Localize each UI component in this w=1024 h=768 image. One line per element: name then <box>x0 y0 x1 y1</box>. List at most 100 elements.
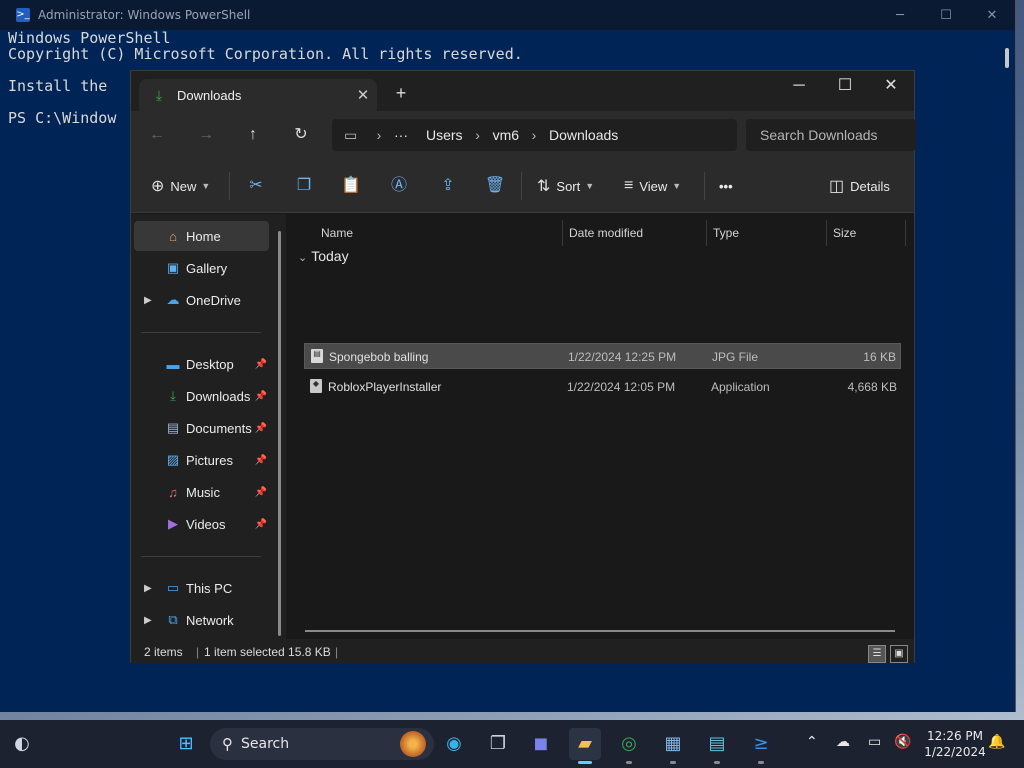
nav-item-this-pc[interactable]: ▶ ▭ This PC <box>134 573 269 603</box>
nav-item-documents[interactable]: ▤ Documents 📌 <box>134 413 269 443</box>
chevron-right-icon[interactable]: › <box>364 127 394 143</box>
tab-close-button[interactable]: ✕ <box>349 86 377 104</box>
view-button[interactable]: ≡ View ▼ <box>624 174 681 198</box>
weather-widget-icon[interactable]: ◐ <box>6 728 38 760</box>
tiles-view-toggle[interactable]: ▣ <box>890 645 908 663</box>
file-explorer-taskbar-icon[interactable]: ▰ <box>569 728 601 764</box>
file-size: 16 KB <box>863 350 896 364</box>
breadcrumb-users[interactable]: Users <box>426 127 463 143</box>
column-divider[interactable] <box>905 220 906 246</box>
chevron-right-icon[interactable]: › <box>519 127 549 143</box>
chrome-icon[interactable]: ◎ <box>613 728 645 764</box>
minimize-button[interactable]: ─ <box>776 71 822 101</box>
divider <box>704 172 705 200</box>
show-hidden-icons-chevron-icon[interactable]: ⌃ <box>806 734 818 750</box>
teams-chat-icon[interactable]: ◼ <box>525 728 557 760</box>
file-date: 1/22/2024 12:05 PM <box>567 380 676 394</box>
nav-item-network[interactable]: ▶ ⧉ Network <box>134 605 269 635</box>
close-button[interactable]: ✕ <box>868 71 914 101</box>
horizontal-scrollbar[interactable] <box>305 630 895 632</box>
explorer-titlebar[interactable]: ⤓ Downloads ✕ + ─ ☐ ✕ <box>131 71 914 111</box>
address-bar[interactable]: ▭ › ··· Users › vm6 › Downloads <box>332 119 737 151</box>
task-view-icon[interactable]: ❐ <box>482 728 514 760</box>
edge-beta-icon[interactable]: ◉ <box>438 728 470 760</box>
resource-monitor-icon[interactable]: ▦ <box>657 728 689 764</box>
nav-item-downloads[interactable]: ⤓ Downloads 📌 <box>134 381 269 411</box>
start-button[interactable]: ⊞ <box>170 728 202 760</box>
chevron-right-icon[interactable]: ▶ <box>144 583 152 594</box>
column-divider[interactable] <box>562 220 563 246</box>
chevron-right-icon[interactable]: ▶ <box>144 295 152 306</box>
powershell-maximize-button[interactable]: ☐ <box>923 8 969 23</box>
breadcrumb-vm6[interactable]: vm6 <box>493 127 519 143</box>
cut-icon[interactable]: ✂ <box>244 174 268 198</box>
nav-label: Network <box>186 612 234 628</box>
powershell-scrollbar[interactable] <box>1005 48 1009 68</box>
rename-icon[interactable]: Ⓐ <box>387 174 411 198</box>
taskbar-clock[interactable]: 12:26 PM 1/22/2024 <box>920 728 990 760</box>
powershell-close-button[interactable]: ✕ <box>969 8 1015 23</box>
pin-icon: 📌 <box>254 358 268 370</box>
file-explorer-window[interactable]: ⤓ Downloads ✕ + ─ ☐ ✕ ← → ↑ ↻ ▭ › ··· Us… <box>130 70 916 663</box>
nav-item-pictures[interactable]: ▨ Pictures 📌 <box>134 445 269 475</box>
sort-button[interactable]: ⇅ Sort ▼ <box>537 174 594 198</box>
videos-icon: ▶ <box>168 516 178 531</box>
powershell-titlebar[interactable]: >_ Administrator: Windows PowerShell ─ ☐… <box>0 0 1015 30</box>
chevron-right-icon[interactable]: › <box>463 127 493 143</box>
nav-label: OneDrive <box>186 292 241 308</box>
onedrive-status-icon[interactable]: ☁ <box>836 734 850 750</box>
nav-item-home[interactable]: ⌂ Home <box>134 221 269 251</box>
chevron-down-icon: ▼ <box>201 181 211 191</box>
column-divider[interactable] <box>826 220 827 246</box>
nav-item-videos[interactable]: ▶ Videos 📌 <box>134 509 269 539</box>
nav-pane-scrollbar[interactable] <box>278 231 281 636</box>
search-input[interactable]: Search Downloads <box>746 119 916 151</box>
column-header-type[interactable]: Type <box>713 220 739 246</box>
volume-muted-icon[interactable]: 🔇 <box>894 734 911 750</box>
nav-item-music[interactable]: ♫ Music 📌 <box>134 477 269 507</box>
maximize-button[interactable]: ☐ <box>822 71 868 101</box>
group-header-today[interactable]: ⌄ Today <box>298 248 349 264</box>
jpg-file-icon: ▤ <box>311 349 323 363</box>
computer-icon: ▭ <box>166 580 180 595</box>
paste-icon[interactable]: 📋 <box>339 174 363 198</box>
column-header-size[interactable]: Size <box>833 220 856 246</box>
remote-desktop-icon[interactable]: ▤ <box>701 728 733 764</box>
up-button[interactable]: ↑ <box>241 123 265 147</box>
file-size: 4,668 KB <box>847 380 897 394</box>
tab-downloads[interactable]: ⤓ Downloads ✕ <box>139 79 377 111</box>
search-icon: ⚲ <box>222 735 233 753</box>
nav-item-desktop[interactable]: ▬ Desktop 📌 <box>134 349 269 379</box>
more-options-button[interactable]: ••• <box>719 174 733 198</box>
command-bar: ⊕ New ▼ ✂ ❐ 📋 Ⓐ ⇪ 🗑 ⇅ Sort ▼ ≡ View ▼ ••… <box>131 159 914 213</box>
divider <box>521 172 522 200</box>
powershell-minimize-button[interactable]: ─ <box>877 8 923 23</box>
plus-circle-icon: ⊕ <box>151 178 165 195</box>
column-header-date-modified[interactable]: Date modified <box>569 220 643 246</box>
table-row[interactable]: ▤ Spongebob balling 1/22/2024 12:25 PM J… <box>304 343 901 369</box>
details-button[interactable]: ◫ Details <box>829 174 890 198</box>
new-tab-button[interactable]: + <box>391 83 411 104</box>
chevron-right-icon[interactable]: ▶ <box>144 615 152 626</box>
file-date: 1/22/2024 12:25 PM <box>568 350 677 364</box>
taskbar-search[interactable]: ⚲ Search <box>210 728 434 760</box>
notification-bell-icon[interactable]: 🔔 <box>988 734 1005 750</box>
breadcrumb-downloads[interactable]: Downloads <box>549 127 618 143</box>
monitor-icon[interactable]: ▭ <box>344 127 364 144</box>
nav-item-onedrive[interactable]: ▶ ☁ OneDrive <box>134 285 269 315</box>
forward-button[interactable]: → <box>194 123 218 147</box>
powershell-taskbar-icon[interactable]: ≥ <box>745 728 777 764</box>
refresh-button[interactable]: ↻ <box>289 123 313 147</box>
table-row[interactable]: ◆ RobloxPlayerInstaller 1/22/2024 12:05 … <box>304 374 901 400</box>
breadcrumb-more[interactable]: ··· <box>394 127 408 143</box>
back-button[interactable]: ← <box>145 123 169 147</box>
new-button[interactable]: ⊕ New ▼ <box>151 174 210 198</box>
network-status-icon[interactable]: ▭ <box>868 734 881 750</box>
delete-icon[interactable]: 🗑 <box>483 174 507 198</box>
column-divider[interactable] <box>706 220 707 246</box>
copy-icon[interactable]: ❐ <box>292 174 316 198</box>
nav-item-gallery[interactable]: ▣ Gallery <box>134 253 269 283</box>
share-icon[interactable]: ⇪ <box>436 174 460 198</box>
column-header-name[interactable]: Name <box>321 220 353 246</box>
details-view-toggle[interactable]: ☰ <box>868 645 886 663</box>
